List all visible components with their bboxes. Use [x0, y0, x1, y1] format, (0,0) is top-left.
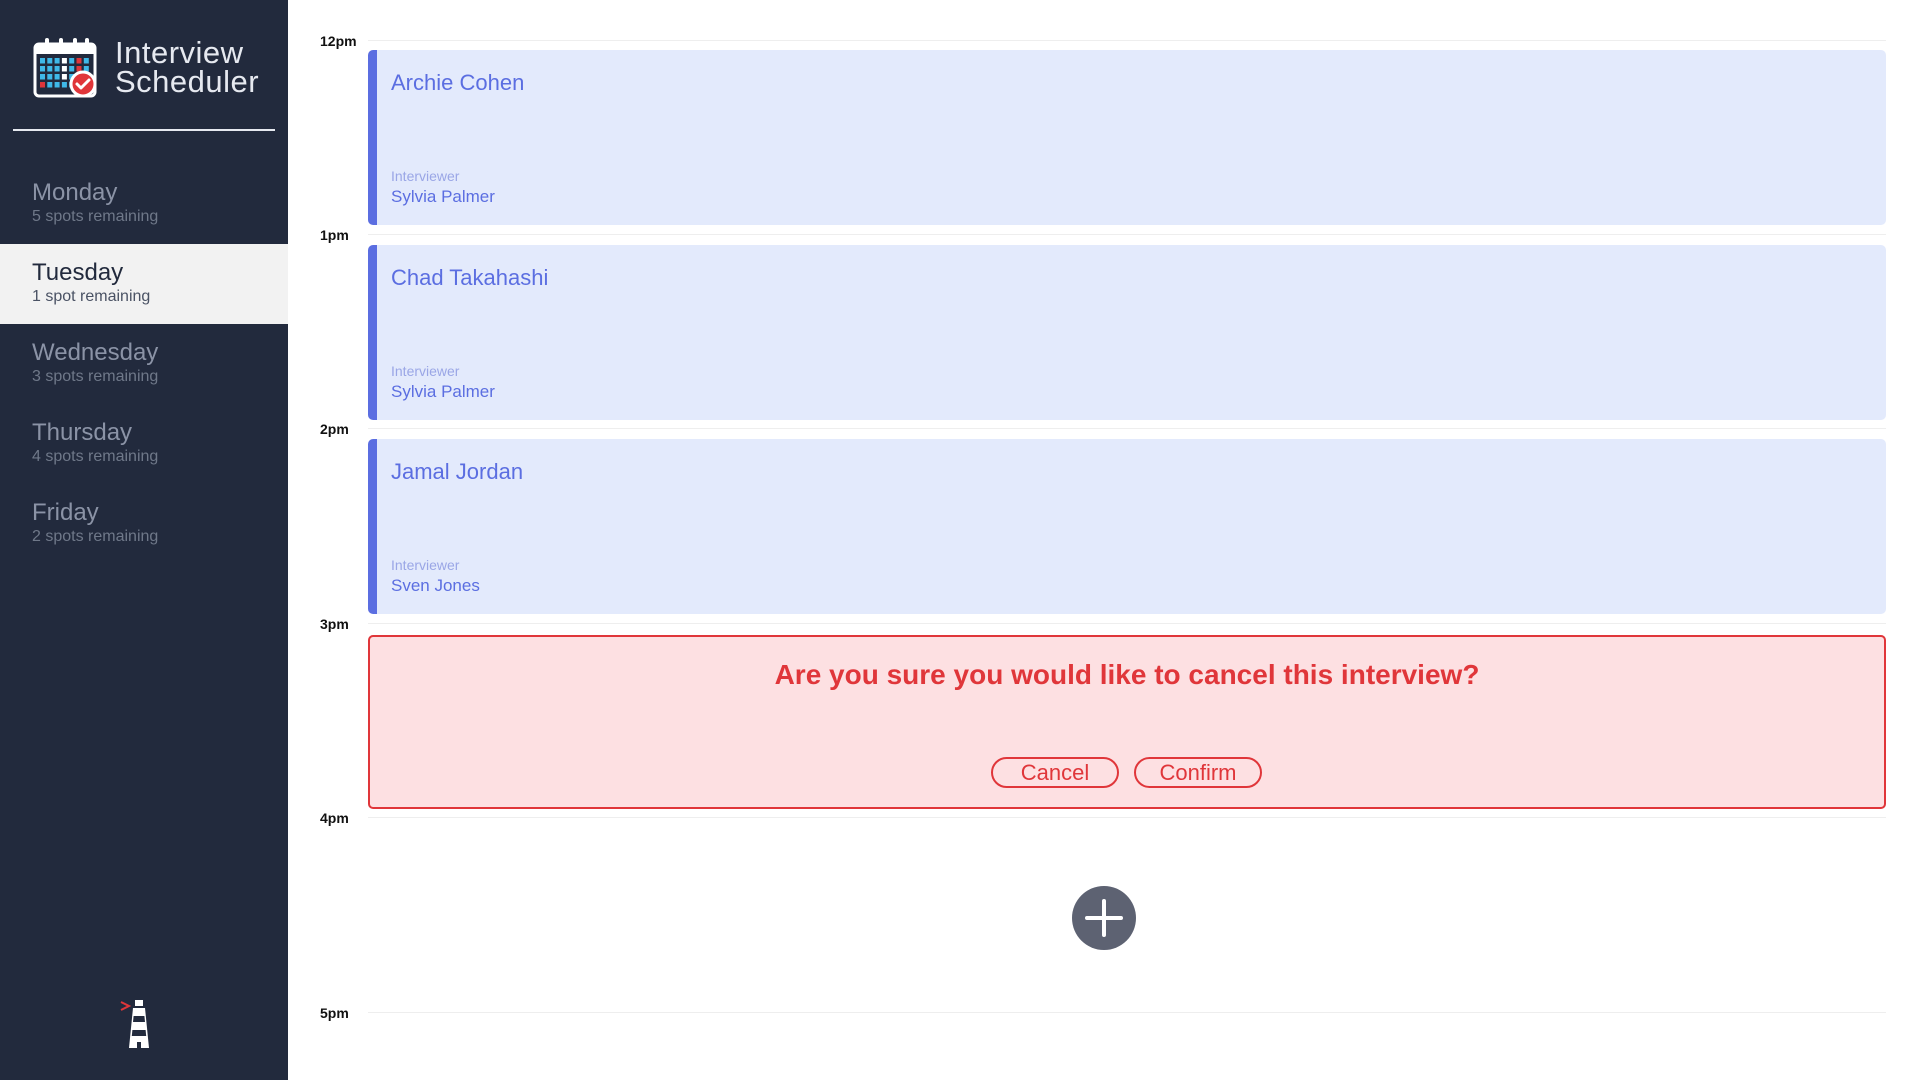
- sidebar: Interview Scheduler Monday 5 spots remai…: [0, 0, 288, 1080]
- day-name: Friday: [32, 499, 99, 526]
- interviewer-label: Interviewer: [391, 557, 460, 573]
- plus-icon: [1085, 899, 1123, 937]
- appointment-card[interactable]: Jamal Jordan Interviewer Sven Jones: [368, 439, 1886, 614]
- day-item-tuesday[interactable]: Tuesday 1 spot remaining: [0, 244, 288, 324]
- hour-line: [368, 1012, 1886, 1013]
- day-item-monday[interactable]: Monday 5 spots remaining: [0, 164, 288, 244]
- day-list: Monday 5 spots remaining Tuesday 1 spot …: [0, 164, 288, 564]
- day-spots: 5 spots remaining: [32, 208, 159, 225]
- app-title-line2: Scheduler: [115, 64, 260, 99]
- day-name: Thursday: [32, 419, 133, 446]
- time-label-3pm: 3pm: [320, 616, 349, 632]
- cancel-confirmation: Are you sure you would like to cancel th…: [368, 635, 1886, 809]
- interviewer-name: Sven Jones: [391, 576, 480, 595]
- day-item-thursday[interactable]: Thursday 4 spots remaining: [0, 404, 288, 484]
- brand: Interview Scheduler: [33, 36, 273, 100]
- lighthouse-icon: [120, 1000, 149, 1048]
- day-spots: 2 spots remaining: [32, 528, 159, 545]
- hour-line: [368, 623, 1886, 624]
- day-item-wednesday[interactable]: Wednesday 3 spots remaining: [0, 324, 288, 404]
- schedule: 12pm Archie Cohen Interviewer Sylvia Pal…: [288, 0, 1920, 1080]
- app-title-line1: Interview: [115, 35, 244, 70]
- appointment-card[interactable]: Archie Cohen Interviewer Sylvia Palmer: [368, 50, 1886, 225]
- time-label-1pm: 1pm: [320, 227, 349, 243]
- student-name: Archie Cohen: [391, 70, 525, 95]
- day-item-friday[interactable]: Friday 2 spots remaining: [0, 484, 288, 564]
- interviewer-name: Sylvia Palmer: [391, 382, 495, 401]
- hour-line: [368, 817, 1886, 818]
- day-name: Tuesday: [32, 259, 124, 286]
- day-name: Monday: [32, 179, 118, 206]
- time-label-12pm: 12pm: [320, 33, 357, 49]
- hour-line: [368, 234, 1886, 235]
- time-label-4pm: 4pm: [320, 810, 349, 826]
- confirm-button[interactable]: Confirm: [1134, 757, 1262, 788]
- hour-line: [368, 40, 1886, 41]
- time-label-5pm: 5pm: [320, 1005, 349, 1021]
- day-spots: 1 spot remaining: [32, 288, 151, 305]
- student-name: Jamal Jordan: [391, 459, 524, 484]
- interviewer-label: Interviewer: [391, 168, 460, 184]
- day-spots: 4 spots remaining: [32, 448, 159, 465]
- student-name: Chad Takahashi: [391, 265, 549, 290]
- interviewer-name: Sylvia Palmer: [391, 187, 495, 206]
- time-label-2pm: 2pm: [320, 421, 349, 437]
- cancel-button[interactable]: Cancel: [991, 757, 1119, 788]
- sidebar-divider: [13, 129, 275, 131]
- day-spots: 3 spots remaining: [32, 368, 159, 385]
- calendar-check-icon: [33, 38, 97, 98]
- interviewer-label: Interviewer: [391, 363, 460, 379]
- app-title: Interview Scheduler: [115, 35, 295, 99]
- add-appointment-button[interactable]: [1072, 886, 1136, 950]
- hour-line: [368, 428, 1886, 429]
- appointment-card[interactable]: Chad Takahashi Interviewer Sylvia Palmer: [368, 245, 1886, 420]
- day-name: Wednesday: [32, 339, 159, 366]
- confirmation-message: Are you sure you would like to cancel th…: [774, 659, 1480, 690]
